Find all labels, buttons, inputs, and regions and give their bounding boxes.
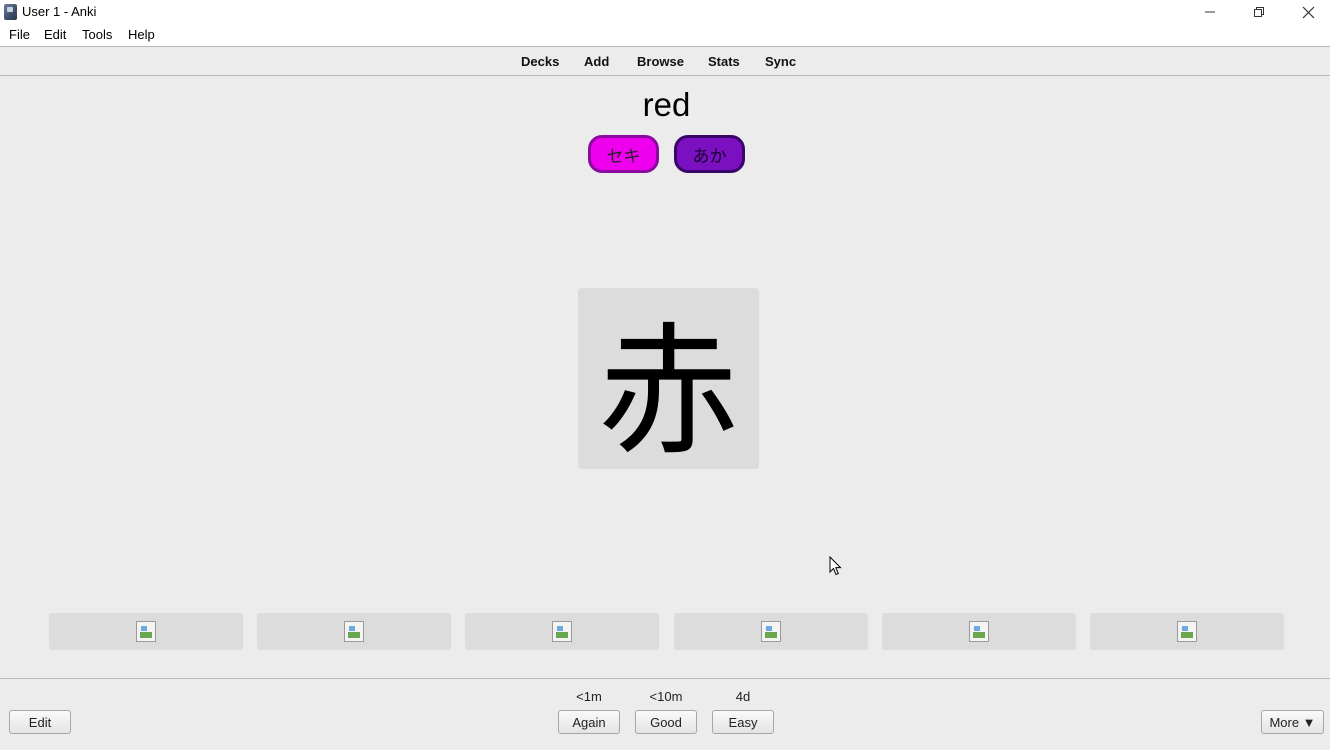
on-reading-badge: セキ (588, 135, 659, 173)
kanji-display: 赤 (578, 288, 759, 475)
close-button[interactable] (1285, 0, 1331, 24)
good-interval: <10m (649, 689, 683, 704)
toolbar-decks-link[interactable]: Decks (521, 54, 559, 69)
close-icon (1302, 6, 1314, 18)
menu-help[interactable]: Help (128, 27, 155, 42)
minimize-icon (1205, 11, 1215, 13)
restore-button[interactable] (1236, 0, 1282, 24)
anki-icon (4, 4, 17, 20)
toolbar-add-link[interactable]: Add (584, 54, 609, 69)
again-interval: <1m (576, 689, 602, 704)
good-button[interactable]: Good (635, 710, 697, 734)
main-toolbar: Decks Add Browse Stats Sync (0, 46, 1333, 76)
restore-icon (1254, 7, 1264, 17)
easy-button[interactable]: Easy (712, 710, 774, 734)
image-slot (674, 613, 868, 650)
title-bar: User 1 - Anki (0, 0, 1333, 24)
window-title: User 1 - Anki (22, 4, 97, 19)
kun-reading-badge: あか (674, 135, 745, 173)
menu-file[interactable]: File (9, 27, 30, 42)
again-button[interactable]: Again (558, 710, 620, 734)
broken-image-icon (136, 621, 156, 642)
broken-image-icon (969, 621, 989, 642)
mouse-cursor-icon (829, 556, 842, 576)
image-slot (465, 613, 659, 650)
broken-image-icon (344, 621, 364, 642)
menu-bar: File Edit Tools Help (0, 24, 1333, 46)
image-slot (49, 613, 243, 650)
menu-tools[interactable]: Tools (82, 27, 112, 42)
broken-image-icon (1177, 621, 1197, 642)
edit-button[interactable]: Edit (9, 710, 71, 734)
toolbar-sync-link[interactable]: Sync (765, 54, 796, 69)
broken-image-icon (761, 621, 781, 642)
easy-interval: 4d (735, 689, 751, 704)
image-slot (882, 613, 1076, 650)
toolbar-browse-link[interactable]: Browse (637, 54, 684, 69)
toolbar-stats-link[interactable]: Stats (708, 54, 740, 69)
image-slot (1090, 613, 1284, 650)
broken-image-icon (552, 621, 572, 642)
image-slot (257, 613, 451, 650)
minimize-button[interactable] (1187, 0, 1233, 24)
card-view: red セキ あか 赤 (0, 76, 1333, 678)
card-meaning: red (642, 86, 691, 123)
menu-edit[interactable]: Edit (44, 27, 66, 42)
more-button[interactable]: More ▼ (1261, 710, 1324, 734)
answer-bar: Edit <1m <10m 4d Again Good Easy More ▼ (0, 678, 1333, 750)
